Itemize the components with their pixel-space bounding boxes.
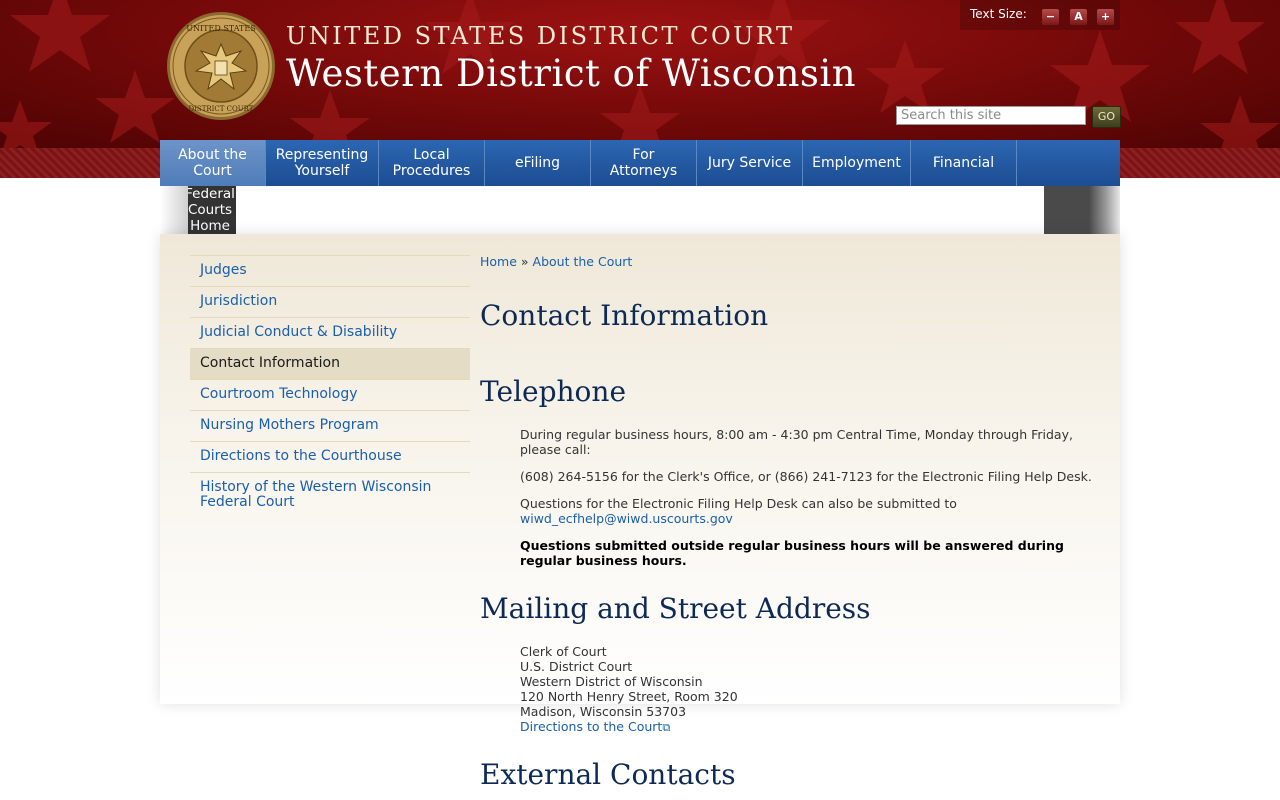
sidebar-item-judges[interactable]: Judges bbox=[190, 255, 470, 286]
address-line: 120 North Henry Street, Room 320 bbox=[520, 689, 738, 704]
email-help-text: Questions for the Electronic Filing Help… bbox=[520, 496, 1100, 526]
court-title-main: Western District of Wisconsin bbox=[286, 52, 857, 95]
search-input[interactable] bbox=[896, 106, 1086, 125]
nav-about-the-court[interactable]: About the Court bbox=[160, 140, 266, 186]
text-size-reset-button[interactable]: A bbox=[1069, 8, 1088, 26]
email-help-label: Questions for the Electronic Filing Help… bbox=[520, 496, 957, 511]
telephone-numbers-text: (608) 264-5156 for the Clerk's Office, o… bbox=[520, 469, 1092, 484]
subnav-edge-right bbox=[1044, 186, 1120, 234]
nav-label: About the Court bbox=[178, 147, 247, 179]
sidebar-nav: Judges Jurisdiction Judicial Conduct & D… bbox=[190, 255, 470, 518]
address-line: U.S. District Court bbox=[520, 659, 633, 674]
breadcrumb-current-link[interactable]: About the Court bbox=[533, 254, 633, 269]
nav-label: Federal Courts Home bbox=[188, 186, 235, 234]
address-line: Clerk of Court bbox=[520, 644, 607, 659]
svg-text:UNITED STATES: UNITED STATES bbox=[186, 24, 255, 33]
nav-financial[interactable]: Financial bbox=[911, 140, 1017, 186]
subnav-edge-left bbox=[160, 186, 188, 234]
telephone-heading: Telephone bbox=[480, 375, 627, 408]
sidebar-item-judicial-conduct[interactable]: Judicial Conduct & Disability bbox=[190, 317, 470, 348]
nav-jury-service[interactable]: Jury Service bbox=[697, 140, 803, 186]
nav-federal-courts-home[interactable]: Federal Courts Home bbox=[188, 186, 236, 234]
nav-label: For Attorneys bbox=[609, 147, 678, 179]
after-hours-notice: Questions submitted outside regular busi… bbox=[520, 538, 1064, 568]
nav-label: Local Procedures bbox=[392, 147, 471, 179]
nav-label: Financial bbox=[932, 155, 995, 171]
nav-efiling[interactable]: eFiling bbox=[485, 140, 591, 186]
page-title: Contact Information bbox=[480, 299, 769, 332]
court-title-top: UNITED STATES DISTRICT COURT bbox=[286, 22, 795, 50]
text-size-decrease-button[interactable]: − bbox=[1041, 8, 1060, 26]
nav-label: Representing Yourself bbox=[275, 147, 369, 179]
svg-text:DISTRICT COURT: DISTRICT COURT bbox=[189, 105, 254, 113]
text-size-label: Text Size: bbox=[970, 7, 1027, 21]
ecf-help-email-link[interactable]: wiwd_ecfhelp@wiwd.uscourts.gov bbox=[520, 511, 733, 526]
nav-representing-yourself[interactable]: Representing Yourself bbox=[266, 140, 379, 186]
sidebar-item-history[interactable]: History of the Western Wisconsin Federal… bbox=[190, 472, 470, 518]
site-header: UNITED STATES DISTRICT COURT UNITED STAT… bbox=[0, 0, 1280, 148]
external-link-icon: ⧉ bbox=[662, 721, 671, 734]
sidebar-item-contact-information[interactable]: Contact Information bbox=[190, 348, 470, 379]
text-size-increase-button[interactable]: + bbox=[1096, 8, 1115, 26]
main-nav: About the Court Representing Yourself Lo… bbox=[160, 140, 1120, 186]
nav-label: Employment bbox=[812, 155, 901, 171]
sidebar-item-courtroom-technology[interactable]: Courtroom Technology bbox=[190, 379, 470, 410]
nav-local-procedures[interactable]: Local Procedures bbox=[379, 140, 485, 186]
directions-to-court-link[interactable]: Directions to the Court bbox=[520, 719, 662, 734]
telephone-hours-text: During regular business hours, 8:00 am -… bbox=[520, 427, 1073, 457]
sidebar-item-jurisdiction[interactable]: Jurisdiction bbox=[190, 286, 470, 317]
nav-for-attorneys[interactable]: For Attorneys bbox=[591, 140, 697, 186]
address-line: Madison, Wisconsin 53703 bbox=[520, 704, 687, 719]
mailing-address-heading: Mailing and Street Address bbox=[480, 592, 871, 625]
search-go-button[interactable]: GO bbox=[1092, 106, 1121, 128]
nav-label: eFiling bbox=[514, 155, 561, 171]
sidebar-item-nursing-mothers[interactable]: Nursing Mothers Program bbox=[190, 410, 470, 441]
breadcrumb-home-link[interactable]: Home bbox=[480, 254, 517, 269]
nav-label: Jury Service bbox=[707, 155, 792, 171]
sidebar-item-directions[interactable]: Directions to the Courthouse bbox=[190, 441, 470, 472]
breadcrumb: Home » About the Court bbox=[480, 254, 632, 269]
nav-employment[interactable]: Employment bbox=[803, 140, 911, 186]
breadcrumb-separator: » bbox=[520, 254, 529, 269]
court-seal-logo: UNITED STATES DISTRICT COURT bbox=[167, 12, 275, 120]
external-contacts-heading: External Contacts bbox=[480, 758, 736, 791]
mailing-address: Clerk of Court U.S. District Court Weste… bbox=[520, 644, 738, 735]
address-line: Western District of Wisconsin bbox=[520, 674, 703, 689]
